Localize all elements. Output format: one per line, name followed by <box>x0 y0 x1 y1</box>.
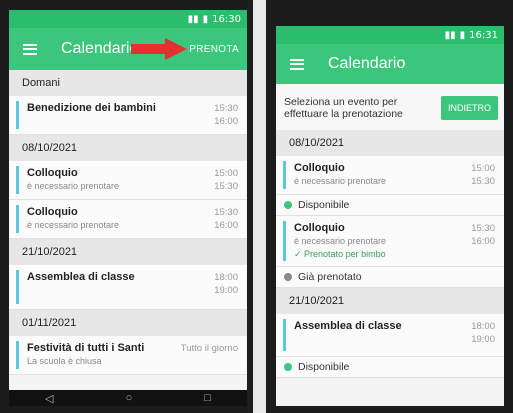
event-subtitle: è necessario prenotare <box>294 236 387 246</box>
date-header: 21/10/2021 <box>9 239 247 265</box>
availability-status: Già prenotato <box>276 267 504 288</box>
event-color-bar <box>283 221 286 261</box>
event-start: 18:00 <box>214 272 238 283</box>
date-header: 01/11/2021 <box>9 310 247 336</box>
event-subtitle: è necessario prenotare <box>27 220 120 230</box>
event-start: 15:30 <box>214 207 238 218</box>
event-item[interactable]: Benedizione dei bambini 15:30 16:00 <box>9 96 247 135</box>
event-times: 15:00 15:30 <box>471 162 495 188</box>
event-end: 16:00 <box>214 220 238 231</box>
status-label: Disponibile <box>298 199 350 211</box>
available-dot-icon <box>284 201 292 209</box>
event-item[interactable]: Colloquio è necessario prenotare 15:30 1… <box>9 200 247 239</box>
event-title: Colloquio <box>294 162 345 174</box>
event-start: 18:00 <box>471 321 495 332</box>
event-color-bar <box>283 161 286 189</box>
status-bar: ▮▮ ▮ 16:30 <box>9 10 247 28</box>
event-subtitle: La scuola è chiusa <box>27 356 102 366</box>
available-dot-icon <box>284 363 292 371</box>
phone-screenshot-left: ▮▮ ▮ 16:30 Calendario PRENOTA Domani Ben… <box>0 0 253 413</box>
event-end: 16:00 <box>214 116 238 127</box>
status-time: 16:30 <box>212 13 241 25</box>
event-start: 15:00 <box>214 168 238 179</box>
battery-icon: ▮ <box>459 29 466 41</box>
event-end: 15:30 <box>471 176 495 187</box>
event-start: Tutto il giorno <box>180 343 238 354</box>
event-end: 19:00 <box>471 334 495 345</box>
signal-icon: ▮▮ <box>444 29 456 41</box>
date-header: Domani <box>9 70 247 96</box>
event-item[interactable]: Assemblea di classe 18:00 19:00 <box>276 314 504 357</box>
recents-nav-icon[interactable]: □ <box>204 392 211 404</box>
menu-icon[interactable] <box>23 43 37 55</box>
event-color-bar <box>16 341 19 369</box>
event-times: 15:30 16:00 <box>214 102 238 128</box>
event-end: 16:00 <box>471 236 495 247</box>
booked-note: ✓ Prenotato per bimbo <box>294 249 386 259</box>
event-start: 15:30 <box>214 103 238 114</box>
event-item[interactable]: Colloquio è necessario prenotare ✓ Preno… <box>276 216 504 267</box>
event-end: 19:00 <box>214 285 238 296</box>
event-color-bar <box>16 166 19 194</box>
image-divider <box>253 0 266 413</box>
event-times: 18:00 19:00 <box>471 320 495 346</box>
system-nav-bar: ◁ ○ □ <box>9 390 247 406</box>
event-item[interactable]: Assemblea di classe 18:00 19:00 <box>9 265 247 310</box>
status-bar: ▮▮ ▮ 16:31 <box>276 26 504 44</box>
signal-icon: ▮▮ <box>187 13 199 25</box>
event-item[interactable]: Festività di tutti i Santi La scuola è c… <box>9 336 247 375</box>
event-title: Colloquio <box>27 167 78 179</box>
selection-banner: Seleziona un evento per effettuare la pr… <box>276 84 504 130</box>
event-title: Benedizione dei bambini <box>27 102 156 114</box>
screen-right: ▮▮ ▮ 16:31 Calendario Seleziona un event… <box>276 26 504 406</box>
back-button[interactable]: INDIETRO <box>440 96 498 120</box>
battery-icon: ▮ <box>202 13 209 25</box>
app-title: Calendario <box>328 55 406 72</box>
status-time: 16:31 <box>469 29 498 41</box>
app-title: Calendario <box>61 40 139 57</box>
event-start: 15:30 <box>471 223 495 234</box>
event-title: Colloquio <box>27 206 78 218</box>
event-times: 15:00 15:30 <box>214 167 238 193</box>
event-start: 15:00 <box>471 163 495 174</box>
event-times: 15:30 16:00 <box>471 222 495 248</box>
date-header: 21/10/2021 <box>276 288 504 314</box>
event-title: Assemblea di classe <box>294 320 402 332</box>
event-subtitle: è necessario prenotare <box>294 176 387 186</box>
banner-text: Seleziona un evento per effettuare la pr… <box>284 96 403 120</box>
date-header: 08/10/2021 <box>9 135 247 161</box>
screen-left: ▮▮ ▮ 16:30 Calendario PRENOTA Domani Ben… <box>9 10 247 406</box>
app-bar: Calendario PRENOTA <box>9 28 247 70</box>
home-nav-icon[interactable]: ○ <box>126 392 133 404</box>
menu-icon[interactable] <box>290 58 304 70</box>
booked-dot-icon <box>284 273 292 281</box>
event-item[interactable]: Colloquio è necessario prenotare 15:00 1… <box>276 156 504 195</box>
event-times: Tutto il giorno <box>181 342 238 355</box>
phone-screenshot-right: ▮▮ ▮ 16:31 Calendario Seleziona un event… <box>266 0 513 413</box>
event-end: 15:30 <box>214 181 238 192</box>
date-header: 08/10/2021 <box>276 130 504 156</box>
event-title: Colloquio <box>294 222 345 234</box>
event-color-bar <box>283 319 286 351</box>
event-color-bar <box>16 205 19 233</box>
prenota-button[interactable]: PRENOTA <box>189 44 239 55</box>
event-color-bar <box>16 101 19 129</box>
app-bar: Calendario <box>276 44 504 84</box>
event-item[interactable]: Colloquio è necessario prenotare 15:00 1… <box>9 161 247 200</box>
event-times: 18:00 19:00 <box>214 271 238 297</box>
event-color-bar <box>16 270 19 304</box>
arrow-annotation-icon <box>131 38 187 60</box>
event-times: 15:30 16:00 <box>214 206 238 232</box>
availability-status: Disponibile <box>276 195 504 216</box>
status-label: Già prenotato <box>298 271 362 283</box>
event-subtitle: è necessario prenotare <box>27 181 120 191</box>
back-nav-icon[interactable]: ◁ <box>45 392 53 405</box>
status-label: Disponibile <box>298 361 350 373</box>
availability-status: Disponibile <box>276 357 504 378</box>
event-title: Assemblea di classe <box>27 271 135 283</box>
